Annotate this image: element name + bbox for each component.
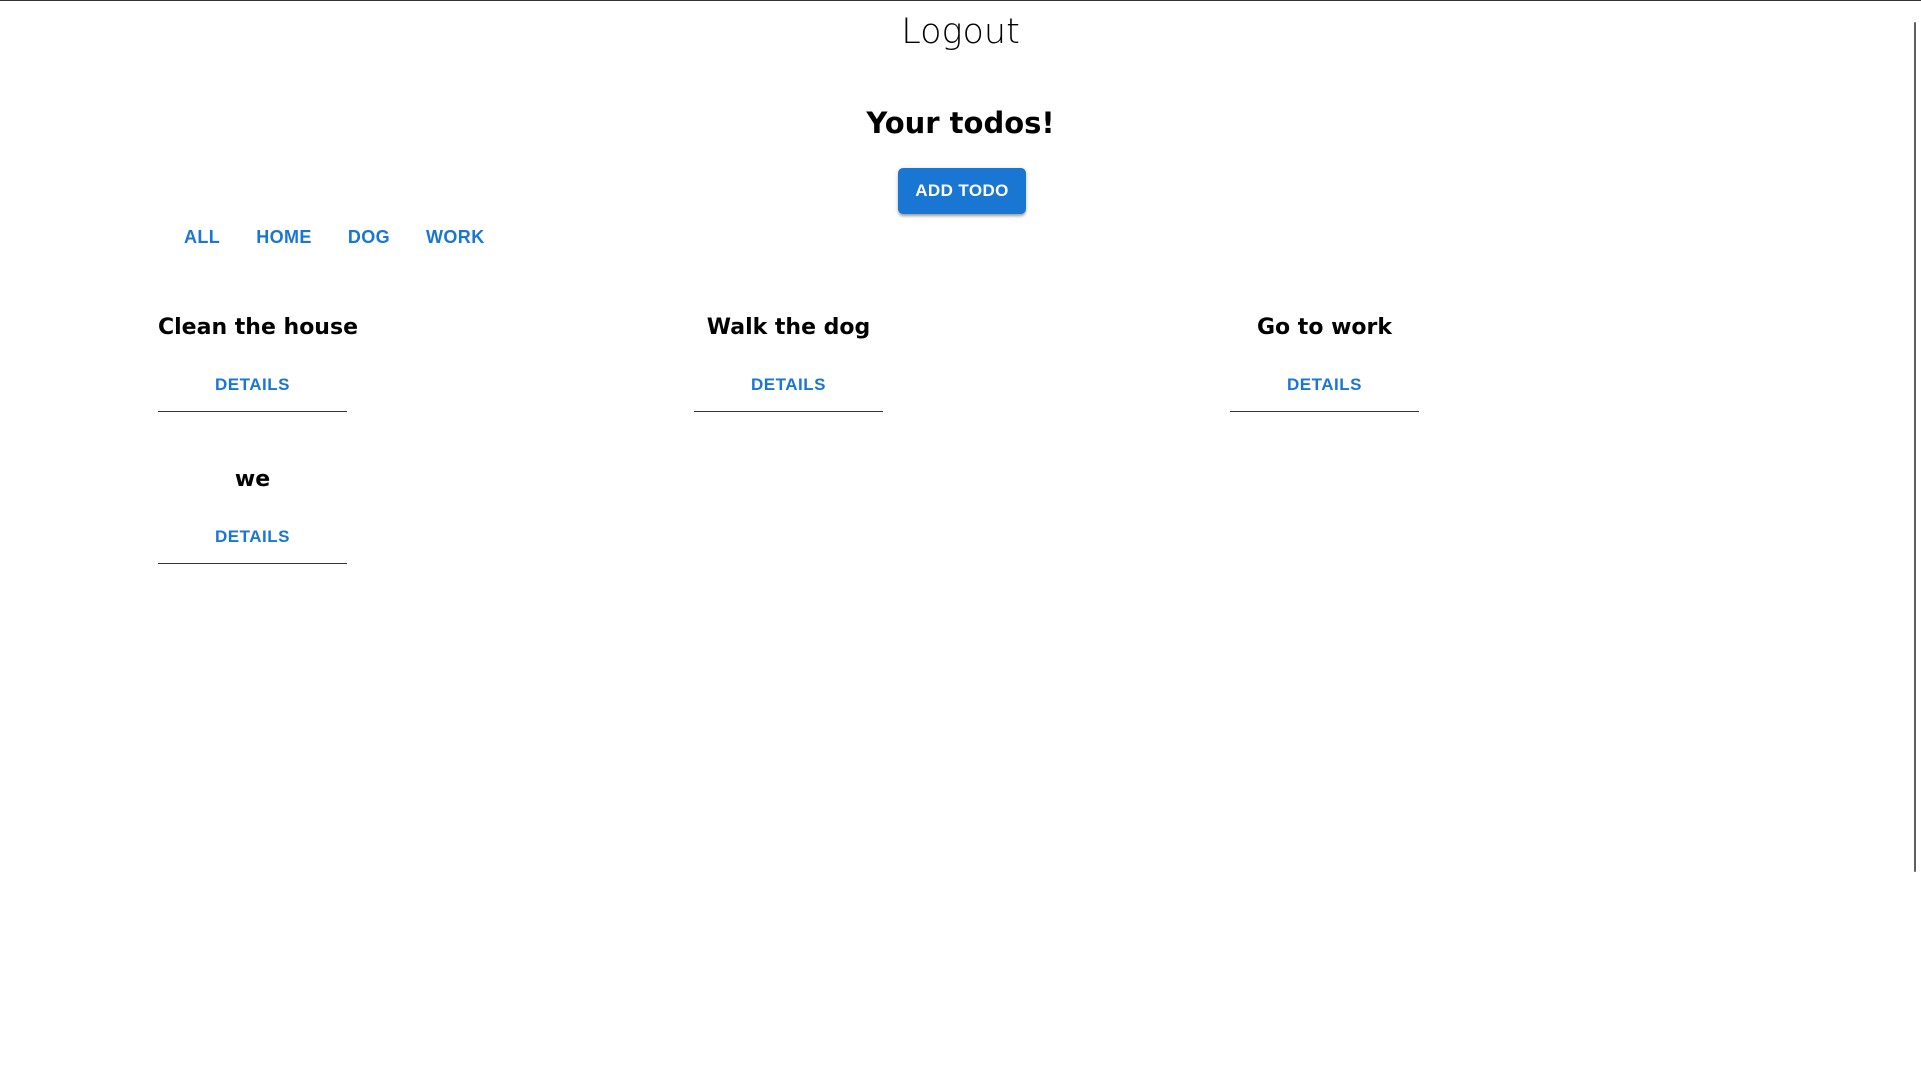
todo-card: Clean the house DETAILS (158, 313, 358, 412)
todo-details-button[interactable]: DETAILS (158, 371, 347, 412)
app-viewport: Logout Your todos! ADD TODO ALL HOME DOG… (0, 0, 1921, 1081)
todo-title: Clean the house (158, 315, 358, 340)
todo-title: Walk the dog (706, 315, 871, 340)
window-top-border (0, 0, 1921, 1)
filter-all-button[interactable]: ALL (168, 219, 236, 255)
todo-card: Walk the dog DETAILS (694, 313, 883, 412)
todo-card: we DETAILS (158, 465, 347, 564)
add-todo-button[interactable]: ADD TODO (898, 168, 1026, 214)
todo-details-button[interactable]: DETAILS (1230, 371, 1419, 412)
logout-link[interactable]: Logout (901, 12, 1020, 52)
filter-work-button[interactable]: WORK (410, 219, 501, 255)
todo-details-button[interactable]: DETAILS (694, 371, 883, 412)
vertical-scrollbar[interactable] (1914, 22, 1916, 872)
todo-title: Go to work (1256, 315, 1393, 340)
todo-details-button[interactable]: DETAILS (158, 523, 347, 564)
todo-title: we (234, 467, 271, 492)
logout-row: Logout (0, 9, 1921, 55)
filter-home-button[interactable]: HOME (240, 219, 328, 255)
todo-card: Go to work DETAILS (1230, 313, 1419, 412)
category-filter-bar: ALL HOME DOG WORK (168, 219, 505, 255)
page-title: Your todos! (866, 106, 1055, 140)
filter-dog-button[interactable]: DOG (332, 219, 406, 255)
